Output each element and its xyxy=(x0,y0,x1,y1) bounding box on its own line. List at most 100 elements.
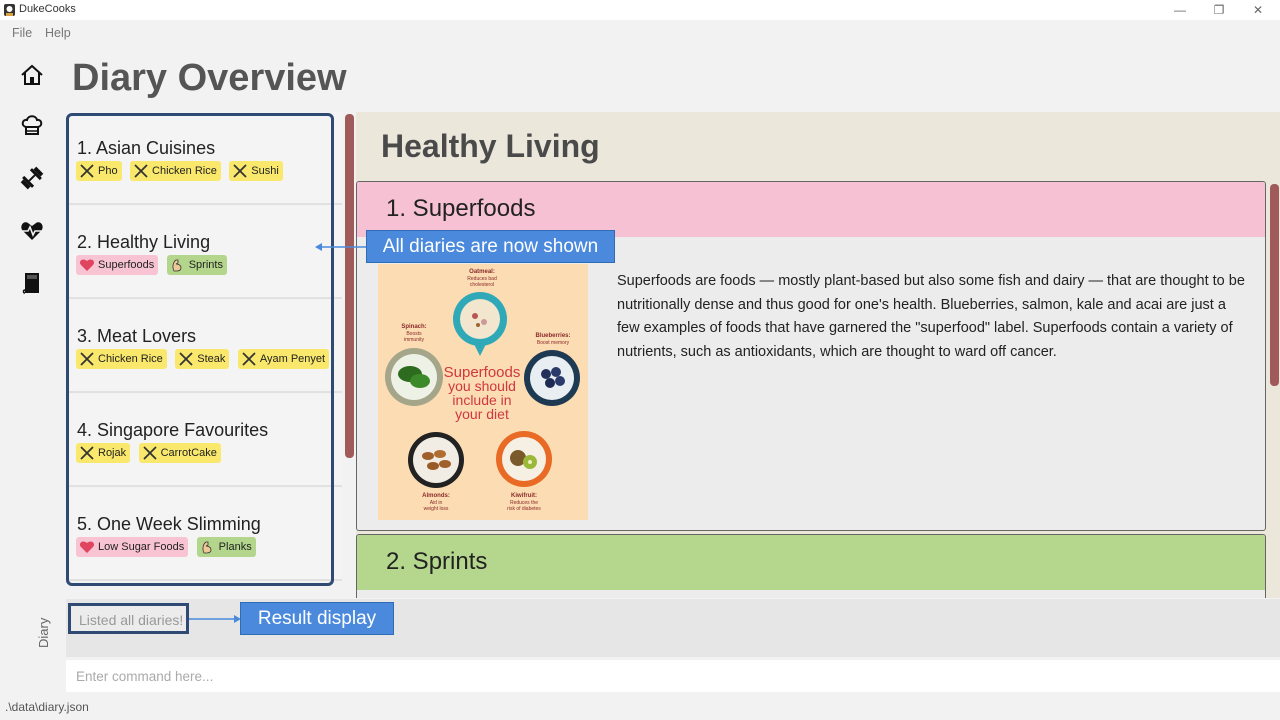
tag-food: Sushi xyxy=(229,161,283,181)
page-header-title: 1. Superfoods xyxy=(386,195,536,222)
diary-list-item[interactable]: 3. Meat Lovers Chicken Rice Steak Ayam P… xyxy=(66,300,342,393)
result-display-text: Listed all diaries! xyxy=(68,603,189,634)
fork-knife-icon xyxy=(80,352,94,366)
window-title: DukeCooks xyxy=(19,3,76,15)
fork-knife-icon xyxy=(233,164,247,178)
fork-knife-icon xyxy=(80,446,94,460)
sidebar-label-diary: Diary xyxy=(36,617,51,648)
diary-list-item[interactable]: 2. Healthy Living Superfoods Sprints xyxy=(66,206,342,299)
heart-icon xyxy=(79,259,95,271)
callout-arrow-diaries xyxy=(315,243,368,251)
diary-page-card: 2. Sprints xyxy=(356,534,1266,598)
tag-food: Rojak xyxy=(76,443,131,463)
diary-list: 1. Asian Cuisines Pho Chicken Rice Sushi… xyxy=(66,112,342,586)
diary-title: 4. Singapore Favourites xyxy=(77,420,269,440)
diary-list-item[interactable]: 1. Asian Cuisines Pho Chicken Rice Sushi xyxy=(66,112,342,205)
minimize-button[interactable]: — xyxy=(1172,2,1188,18)
diary-list-scrollbar[interactable] xyxy=(345,114,354,458)
callout-result-display: Result display xyxy=(240,602,394,635)
diary-title: 1. Asian Cuisines xyxy=(77,138,216,158)
tag-label: Chicken Rice xyxy=(152,165,217,177)
diary-tags: Superfoods Sprints xyxy=(76,255,231,275)
dumbbell-icon[interactable] xyxy=(19,165,45,191)
tag-food: CarrotCake xyxy=(138,443,221,463)
page-body-text: Superfoods are foods — mostly plant-base… xyxy=(617,273,1245,360)
save-location-path: .\data\diary.json xyxy=(5,700,89,714)
app-window: DukeCooks — ❐ ✕ File Help Diary Diary Ov… xyxy=(0,0,1280,720)
tag-label: Steak xyxy=(197,353,226,365)
heart-icon xyxy=(79,541,95,553)
duke-app-icon xyxy=(4,4,15,16)
page-header: 2. Sprints xyxy=(357,535,1265,590)
diary-detail-title: Healthy Living xyxy=(381,128,600,164)
diary-list-item[interactable]: 4. Singapore Favourites Rojak CarrotCake xyxy=(66,394,342,487)
diary-tags: Pho Chicken Rice Sushi xyxy=(76,161,287,181)
tag-label: Chicken Rice xyxy=(98,353,163,365)
page-title: Diary Overview xyxy=(72,57,347,99)
chef-hat-icon[interactable] xyxy=(19,112,45,138)
infographic-caption: weight loss xyxy=(424,506,449,512)
diary-list-item[interactable]: 5. One Week Slimming Low Sugar Foods Pla… xyxy=(66,488,342,581)
tag-food: Chicken Rice xyxy=(130,161,221,181)
book-icon[interactable] xyxy=(19,270,45,296)
menu-help[interactable]: Help xyxy=(45,26,71,40)
tag-label: CarrotCake xyxy=(160,447,217,459)
infographic-headline: your diet xyxy=(455,406,509,422)
tag-label: Low Sugar Foods xyxy=(98,541,185,553)
superfoods-infographic: Oatmeal: Reduces bad cholesterol Spinach… xyxy=(378,264,588,520)
diary-title: 5. One Week Slimming xyxy=(77,514,261,534)
tag-label: Rojak xyxy=(98,447,127,459)
tag-label: Ayam Penyet xyxy=(259,353,326,365)
tag-exercise: Planks xyxy=(196,537,256,557)
page-header: 1. Superfoods xyxy=(357,182,1265,237)
flexed-arm-icon xyxy=(202,541,212,554)
menu-bar: File Help xyxy=(0,20,1280,46)
tag-food: Pho xyxy=(76,161,122,181)
infographic-label: Almonds: xyxy=(422,493,450,499)
infographic-label: Spinach: xyxy=(401,324,426,330)
fork-knife-icon xyxy=(134,164,148,178)
tag-food: Steak xyxy=(175,349,230,369)
menu-file[interactable]: File xyxy=(12,26,32,40)
fork-knife-icon xyxy=(80,164,94,178)
fork-knife-icon xyxy=(242,352,256,366)
close-button[interactable]: ✕ xyxy=(1250,2,1266,18)
tag-health: Low Sugar Foods xyxy=(76,537,189,557)
callout-diaries-shown: All diaries are now shown xyxy=(366,230,615,263)
infographic-caption: Boost memory xyxy=(537,340,570,346)
tag-exercise: Sprints xyxy=(166,255,227,275)
title-bar: DukeCooks — ❐ ✕ xyxy=(0,0,1280,20)
tag-food: Ayam Penyet xyxy=(237,349,330,369)
tag-label: Planks xyxy=(218,541,252,553)
fork-knife-icon xyxy=(142,446,157,460)
diary-tags: Rojak CarrotCake xyxy=(76,443,225,463)
diary-title: 2. Healthy Living xyxy=(77,232,211,252)
page-header-title: 2. Sprints xyxy=(386,548,488,575)
diary-title: 3. Meat Lovers xyxy=(77,326,197,346)
tag-food: Chicken Rice xyxy=(76,349,167,369)
callout-arrow-result xyxy=(189,615,241,623)
status-bar: .\data\diary.json xyxy=(0,694,1280,720)
infographic-label: Kiwifruit: xyxy=(511,493,537,499)
tag-health: Superfoods xyxy=(76,255,159,275)
restore-button[interactable]: ❐ xyxy=(1211,2,1227,18)
diary-tags: Chicken Rice Steak Ayam Penyet xyxy=(76,349,333,369)
infographic-label: Oatmeal: xyxy=(469,269,495,275)
infographic-label: Blueberries: xyxy=(535,333,570,339)
command-input[interactable] xyxy=(66,660,1280,692)
flexed-arm-icon xyxy=(172,259,182,272)
infographic-caption: immunity xyxy=(404,337,425,343)
tag-label: Pho xyxy=(98,165,118,177)
detail-scrollbar[interactable] xyxy=(1270,184,1279,386)
heartbeat-icon[interactable] xyxy=(19,218,45,244)
sidebar xyxy=(0,46,63,694)
infographic-caption: cholesterol xyxy=(470,282,494,288)
fork-knife-icon xyxy=(179,352,193,366)
diary-detail-panel: Healthy Living 1. Superfoods Oatmeal: Re… xyxy=(356,112,1280,598)
tag-label: Superfoods xyxy=(98,259,155,271)
tag-label: Sushi xyxy=(251,165,279,177)
diary-tags: Low Sugar Foods Planks xyxy=(76,537,260,557)
infographic-caption: risk of diabetes xyxy=(507,506,541,512)
home-icon[interactable] xyxy=(19,62,45,88)
tag-label: Sprints xyxy=(188,259,223,271)
